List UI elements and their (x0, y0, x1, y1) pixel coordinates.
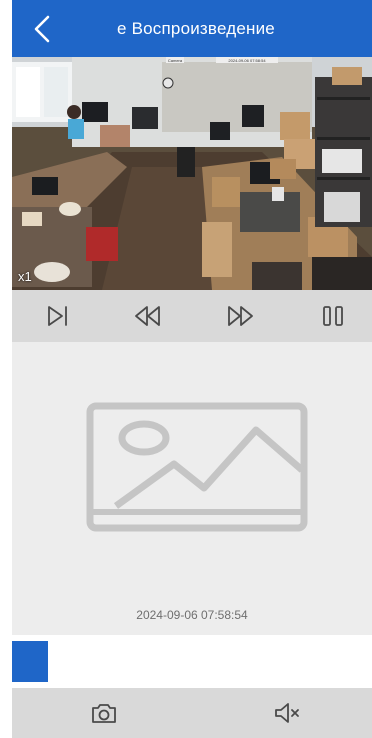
fast-forward-button[interactable] (224, 300, 256, 332)
playback-speed-label: x1 (18, 269, 32, 284)
pause-icon (323, 306, 343, 326)
app-header: е Воспроизведение (12, 0, 372, 57)
step-forward-icon (48, 306, 67, 326)
playback-controls (12, 290, 372, 342)
video-overlay-time: 2024-09-06 07:58:54 (228, 58, 266, 63)
video-player[interactable]: Camera 2024-09-06 07:58:54 x1 (12, 57, 372, 290)
rewind-icon (135, 306, 160, 326)
step-forward-button[interactable] (42, 300, 74, 332)
page-title: е Воспроизведение (117, 18, 275, 38)
snapshot-timestamp: 2024-09-06 07:58:54 (136, 608, 248, 622)
snapshot-preview: 2024-09-06 07:58:54 (12, 342, 372, 635)
camera-icon (92, 704, 116, 723)
pause-button[interactable] (317, 300, 349, 332)
fast-forward-icon (228, 306, 253, 326)
playback-timeline[interactable] (12, 635, 372, 688)
video-frame: Camera 2024-09-06 07:58:54 (12, 57, 372, 290)
mute-button[interactable] (272, 698, 304, 728)
timeline-progress (12, 641, 48, 682)
rewind-button[interactable] (132, 300, 164, 332)
speaker-muted-icon (275, 703, 299, 723)
playback-screen: е Воспроизведение Camera 2024-09-06 07:5… (12, 0, 372, 738)
snapshot-button[interactable] (88, 698, 120, 728)
image-placeholder-icon (86, 402, 308, 532)
bottom-toolbar (12, 688, 372, 738)
camera-overlay-label: Camera (168, 58, 183, 63)
screen-edge (0, 0, 12, 738)
